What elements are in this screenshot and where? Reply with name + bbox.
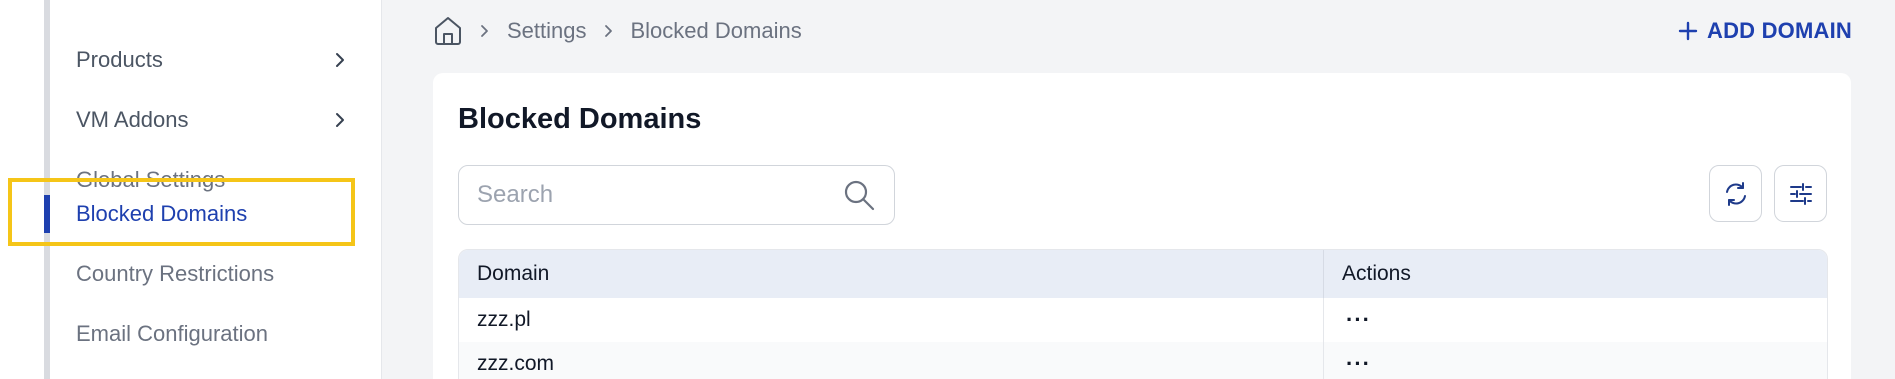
domains-table: Domain Actions zzz.pl ··· zzz.com ··· [458,249,1828,379]
sidebar-item-vm-addons[interactable]: VM Addons [76,98,366,142]
blocked-domains-card: Blocked Domains Domain Actions zzz.pl ··… [433,73,1851,379]
highlight-box [8,178,355,246]
add-domain-label: ADD DOMAIN [1707,18,1852,43]
table-header: Domain Actions [459,250,1827,298]
search-input[interactable] [477,181,842,209]
sidebar-item-label: VM Addons [76,107,189,132]
chevron-right-icon [336,53,344,67]
table-row[interactable]: zzz.pl ··· [459,298,1827,342]
plus-icon [1678,21,1698,41]
sidebar-item-products[interactable]: Products [76,38,366,82]
chevron-right-icon [481,25,488,37]
page-title: Blocked Domains [458,103,702,135]
search-icon[interactable] [842,178,876,212]
add-domain-button[interactable]: ADD DOMAIN [1677,14,1852,48]
row-actions-button[interactable]: ··· [1324,342,1827,379]
table-row[interactable]: zzz.com ··· [459,342,1827,379]
sidebar-item-label: Country Restrictions [76,261,275,286]
refresh-icon [1725,181,1746,206]
sidebar-item-email-configuration[interactable]: Email Configuration [76,312,366,356]
row-actions-button[interactable]: ··· [1324,298,1827,342]
chevron-right-icon [336,113,344,127]
sidebar-item-label: Email Configuration [76,321,268,346]
column-header-domain[interactable]: Domain [459,250,1324,298]
sidebar-item-label: Products [76,47,163,72]
column-header-actions: Actions [1342,262,1411,285]
sidebar-item-country-restrictions[interactable]: Country Restrictions [76,252,366,296]
refresh-button[interactable] [1709,165,1762,222]
domain-cell: zzz.com [459,342,1324,379]
breadcrumb-item-settings[interactable]: Settings [507,18,587,44]
chevron-right-icon [604,25,612,37]
home-icon[interactable] [433,15,463,47]
breadcrumb-item-current: Blocked Domains [630,18,802,43]
breadcrumb: Settings Blocked Domains [433,14,802,48]
sliders-icon [1789,182,1812,205]
search-box [458,165,895,225]
filter-settings-button[interactable] [1774,165,1827,222]
domain-cell: zzz.pl [459,298,1324,342]
